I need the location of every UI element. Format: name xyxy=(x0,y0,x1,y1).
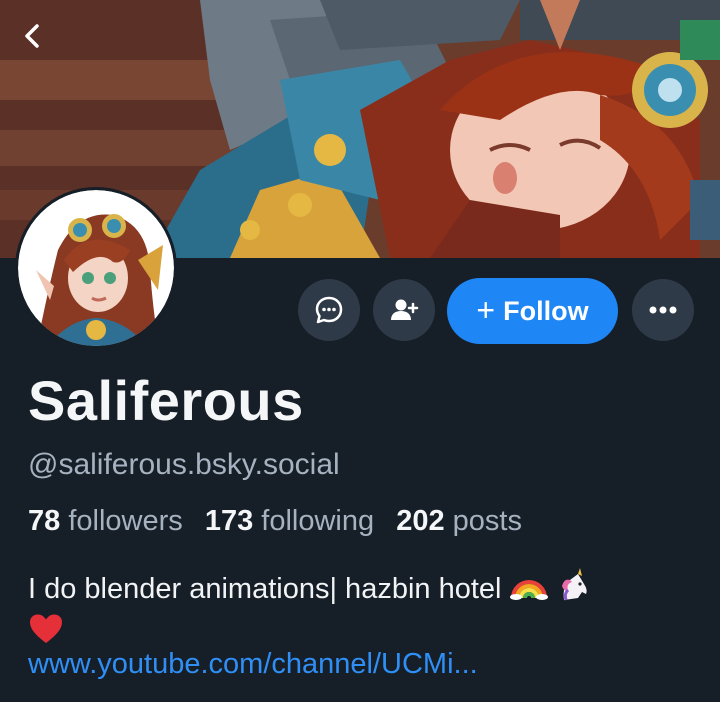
unicorn-icon xyxy=(556,568,592,613)
followers-stat[interactable]: 78 followers xyxy=(28,505,183,537)
suggested-follows-button[interactable] xyxy=(373,279,435,341)
message-button[interactable] xyxy=(298,279,360,341)
profile-link[interactable]: www.youtube.com/channel/UCMi... xyxy=(28,648,478,681)
avatar[interactable] xyxy=(18,190,174,346)
bio-text: I do blender animations| hazbin hotel xyxy=(28,573,502,606)
plus-icon: + xyxy=(476,291,496,328)
follow-label: Follow xyxy=(503,295,589,326)
profile-stats: 78 followers 173 following 202 posts xyxy=(28,505,522,538)
ellipsis-icon xyxy=(649,306,677,314)
posts-label: posts xyxy=(452,505,522,537)
avatar-image xyxy=(18,190,174,346)
follow-button[interactable]: + Follow xyxy=(447,278,618,344)
rainbow-icon xyxy=(509,570,548,611)
back-button[interactable] xyxy=(14,18,50,54)
followers-count: 78 xyxy=(28,505,61,537)
display-name: Saliferous xyxy=(28,369,304,432)
more-options-button[interactable] xyxy=(632,279,694,341)
bio: I do blender animations| hazbin hotel xyxy=(28,568,678,656)
chevron-left-icon xyxy=(25,24,39,48)
followers-label: followers xyxy=(68,505,183,537)
following-count: 173 xyxy=(204,505,254,537)
following-label: following xyxy=(261,505,375,537)
handle: @saliferous.bsky.social xyxy=(28,448,340,481)
following-stat[interactable]: 173 following xyxy=(205,505,374,537)
chat-bubble-icon xyxy=(315,296,343,324)
person-plus-icon xyxy=(391,299,419,320)
posts-stat: 202 posts xyxy=(396,505,522,537)
posts-count: 202 xyxy=(396,505,445,537)
